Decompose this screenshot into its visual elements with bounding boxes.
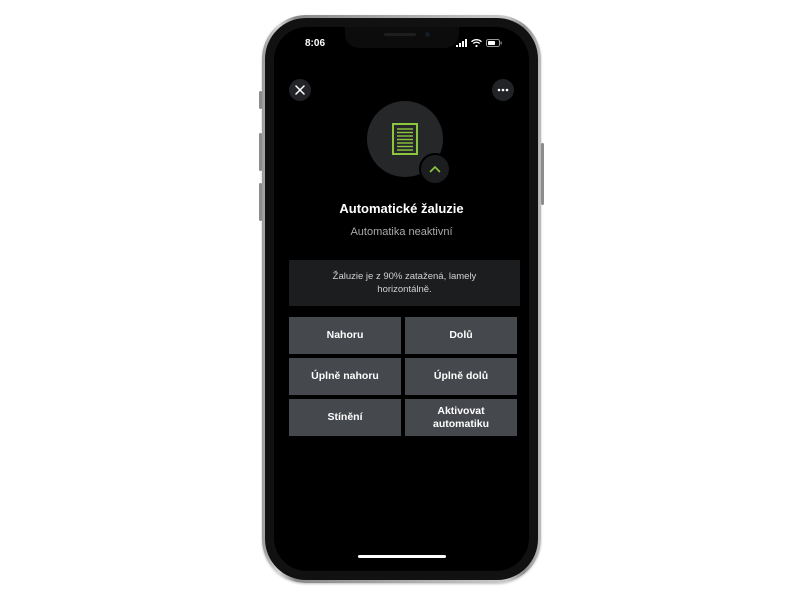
volume-up-button — [259, 133, 262, 171]
speaker-grille — [383, 33, 416, 36]
more-options-button[interactable] — [492, 79, 514, 101]
down-button[interactable]: Dolů — [405, 317, 517, 354]
status-time: 8:06 — [305, 38, 326, 49]
volume-down-button — [259, 183, 262, 221]
up-button[interactable]: Nahoru — [289, 317, 401, 354]
expand-button[interactable] — [419, 153, 451, 185]
silent-switch — [259, 91, 262, 109]
blinds-icon — [392, 123, 418, 155]
battery-icon — [486, 39, 502, 47]
action-button-grid: Nahoru Dolů Úplně nahoru Úplně dolů Stín… — [289, 317, 518, 436]
info-box: Žaluzie je z 90% zatažená, lamely horizo… — [289, 260, 520, 306]
status-icons — [456, 39, 502, 47]
more-icon — [497, 88, 509, 92]
shading-button[interactable]: Stínění — [289, 399, 401, 436]
phone-bezel: 8:06 Automatické žaluzie Automatika neak… — [265, 18, 538, 580]
power-button — [541, 143, 544, 205]
notch — [344, 27, 459, 48]
chevron-up-icon — [429, 166, 441, 173]
close-button[interactable] — [289, 79, 311, 101]
signal-icon — [456, 39, 467, 47]
front-camera — [424, 32, 430, 37]
wifi-icon — [471, 39, 482, 47]
phone-screen: 8:06 Automatické žaluzie Automatika neak… — [274, 27, 529, 571]
info-text: Žaluzie je z 90% zatažená, lamely horizo… — [332, 271, 477, 295]
activate-automation-button[interactable]: Aktivovat automatiku — [405, 399, 517, 436]
device-status: Automatika neaktivní — [350, 226, 453, 238]
fully-down-button[interactable]: Úplně dolů — [405, 358, 517, 395]
home-indicator[interactable] — [357, 555, 446, 558]
fully-up-button[interactable]: Úplně nahoru — [289, 358, 401, 395]
close-icon — [295, 85, 305, 95]
device-title: Automatické žaluzie — [339, 201, 464, 216]
phone-frame: 8:06 Automatické žaluzie Automatika neak… — [259, 15, 544, 583]
